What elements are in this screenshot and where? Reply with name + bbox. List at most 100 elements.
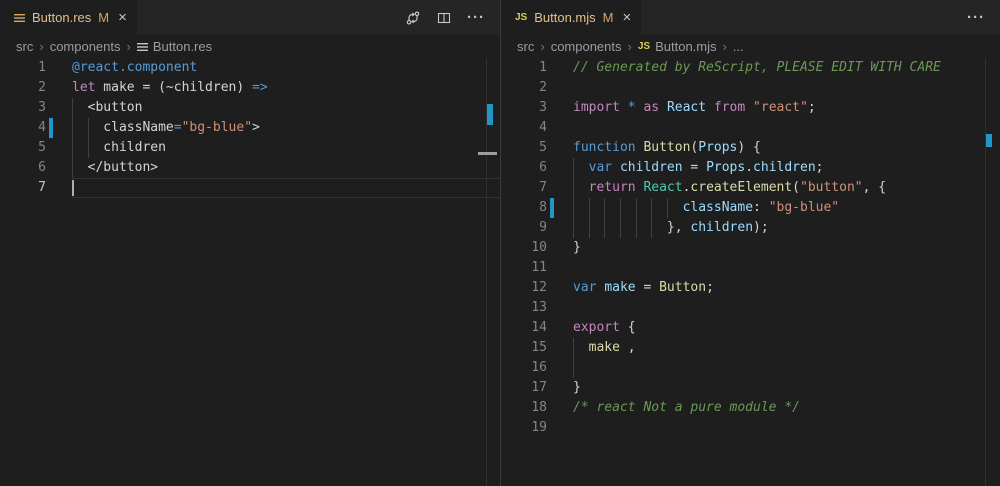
line-number-gutter[interactable]: 7 xyxy=(0,178,72,198)
indent-guide xyxy=(604,218,605,238)
chevron-right-icon: › xyxy=(540,39,544,54)
line-number-gutter[interactable]: 4 xyxy=(501,118,573,138)
code-line[interactable]: 18/* react Not a pure module */ xyxy=(501,398,1000,418)
line-number-gutter[interactable]: 4 xyxy=(0,118,72,138)
editor-pane-left: Button.res M × xyxy=(0,0,500,486)
indent-guide xyxy=(72,158,73,178)
breadcrumb-item-src[interactable]: src xyxy=(16,39,33,54)
chevron-right-icon: › xyxy=(39,39,43,54)
code-line[interactable]: 7 return React.createElement("button", { xyxy=(501,178,1000,198)
indent-guide xyxy=(651,218,652,238)
code-line[interactable]: 11 xyxy=(501,258,1000,278)
line-number-gutter[interactable]: 5 xyxy=(501,138,573,158)
tab-button-mjs[interactable]: JS Button.mjs M × xyxy=(501,0,641,35)
code-line[interactable]: 6 </button> xyxy=(0,158,500,178)
tab-button-res[interactable]: Button.res M × xyxy=(0,0,137,35)
code-editor-right[interactable]: 1// Generated by ReScript, PLEASE EDIT W… xyxy=(501,58,1000,486)
code-line[interactable]: 19 xyxy=(501,418,1000,438)
line-number-gutter[interactable]: 12 xyxy=(501,278,573,298)
breadcrumb-item-components[interactable]: components xyxy=(50,39,121,54)
open-changes-icon[interactable] xyxy=(405,10,421,26)
line-number-gutter[interactable]: 5 xyxy=(0,138,72,158)
tab-bar-left: Button.res M × xyxy=(0,0,500,35)
code-line[interactable]: 15 make , xyxy=(501,338,1000,358)
close-tab-icon[interactable]: × xyxy=(118,10,127,25)
code-line[interactable]: 5 children xyxy=(0,138,500,158)
code-line[interactable]: 8 className: "bg-blue" xyxy=(501,198,1000,218)
line-number-gutter[interactable]: 11 xyxy=(501,258,573,278)
res-file-icon xyxy=(14,13,25,23)
code-line[interactable]: 2let make = (~children) => xyxy=(0,78,500,98)
line-number-gutter[interactable]: 16 xyxy=(501,358,573,378)
line-number-gutter[interactable]: 9 xyxy=(501,218,573,238)
overview-ruler-cursor-marker xyxy=(478,152,497,155)
code-line[interactable]: 5function Button(Props) { xyxy=(501,138,1000,158)
line-number-gutter[interactable]: 8 xyxy=(501,198,573,218)
code-line[interactable]: 13 xyxy=(501,298,1000,318)
breadcrumb-item-more[interactable]: ... xyxy=(733,39,744,54)
indent-guide xyxy=(620,198,621,218)
code-line[interactable]: 1// Generated by ReScript, PLEASE EDIT W… xyxy=(501,58,1000,78)
split-editor-icon[interactable] xyxy=(436,10,452,26)
breadcrumb-item-src[interactable]: src xyxy=(517,39,534,54)
code-line[interactable]: 17} xyxy=(501,378,1000,398)
code-line[interactable]: 3import * as React from "react"; xyxy=(501,98,1000,118)
indent-guide xyxy=(88,118,89,138)
code-line[interactable]: 4 className="bg-blue"> xyxy=(0,118,500,138)
line-number-gutter[interactable]: 14 xyxy=(501,318,573,338)
code-editor-left[interactable]: 1@react.component2let make = (~children)… xyxy=(0,58,500,486)
overview-ruler-modified-marker xyxy=(986,134,992,147)
line-number-gutter[interactable]: 10 xyxy=(501,238,573,258)
line-number-gutter[interactable]: 17 xyxy=(501,378,573,398)
code-line[interactable]: 2 xyxy=(501,78,1000,98)
line-number-gutter[interactable]: 1 xyxy=(501,58,573,78)
line-number-gutter[interactable]: 6 xyxy=(0,158,72,178)
indent-guide xyxy=(651,198,652,218)
indent-guide xyxy=(72,98,73,118)
code-line[interactable]: 9 }, children); xyxy=(501,218,1000,238)
breadcrumb-item-file[interactable]: Button.mjs xyxy=(655,39,716,54)
code-line[interactable]: 14export { xyxy=(501,318,1000,338)
js-file-icon: JS xyxy=(515,12,527,23)
indent-guide xyxy=(636,218,637,238)
breadcrumb-item-components[interactable]: components xyxy=(551,39,622,54)
tab-label: Button.res xyxy=(32,10,91,25)
code-line[interactable]: 7 xyxy=(0,178,500,198)
indent-guide xyxy=(604,198,605,218)
line-number-gutter[interactable]: 6 xyxy=(501,158,573,178)
editor-split-view: Button.res M × xyxy=(0,0,1000,486)
editor-pane-right: JS Button.mjs M × ··· src › components ›… xyxy=(500,0,1000,486)
line-number-gutter[interactable]: 2 xyxy=(501,78,573,98)
code-line[interactable]: 4 xyxy=(501,118,1000,138)
code-line[interactable]: 12var make = Button; xyxy=(501,278,1000,298)
file-lines-icon xyxy=(137,42,148,52)
indent-guide xyxy=(573,338,574,358)
line-number-gutter[interactable]: 2 xyxy=(0,78,72,98)
editor-actions-right: ··· xyxy=(967,0,1000,35)
line-number-gutter[interactable]: 1 xyxy=(0,58,72,78)
more-actions-icon[interactable]: ··· xyxy=(467,9,485,26)
line-number-gutter[interactable]: 3 xyxy=(0,98,72,118)
git-modified-gutter-marker xyxy=(49,118,53,138)
more-actions-icon[interactable]: ··· xyxy=(967,9,985,26)
overview-ruler-modified-marker xyxy=(487,104,493,125)
breadcrumb-item-file[interactable]: Button.res xyxy=(153,39,212,54)
close-tab-icon[interactable]: × xyxy=(623,10,632,25)
code-line[interactable]: 10} xyxy=(501,238,1000,258)
code-line[interactable]: 1@react.component xyxy=(0,58,500,78)
indent-guide xyxy=(573,178,574,198)
line-number-gutter[interactable]: 18 xyxy=(501,398,573,418)
code-line[interactable]: 3 <button xyxy=(0,98,500,118)
code-line[interactable]: 6 var children = Props.children; xyxy=(501,158,1000,178)
line-number-gutter[interactable]: 15 xyxy=(501,338,573,358)
indent-guide xyxy=(636,198,637,218)
line-number-gutter[interactable]: 7 xyxy=(501,178,573,198)
chevron-right-icon: › xyxy=(127,39,131,54)
code-line[interactable]: 16 xyxy=(501,358,1000,378)
line-number-gutter[interactable]: 3 xyxy=(501,98,573,118)
indent-guide xyxy=(589,198,590,218)
line-number-gutter[interactable]: 13 xyxy=(501,298,573,318)
line-number-gutter[interactable]: 19 xyxy=(501,418,573,438)
breadcrumb-left: src › components › Button.res xyxy=(0,35,500,58)
indent-guide xyxy=(72,138,73,158)
